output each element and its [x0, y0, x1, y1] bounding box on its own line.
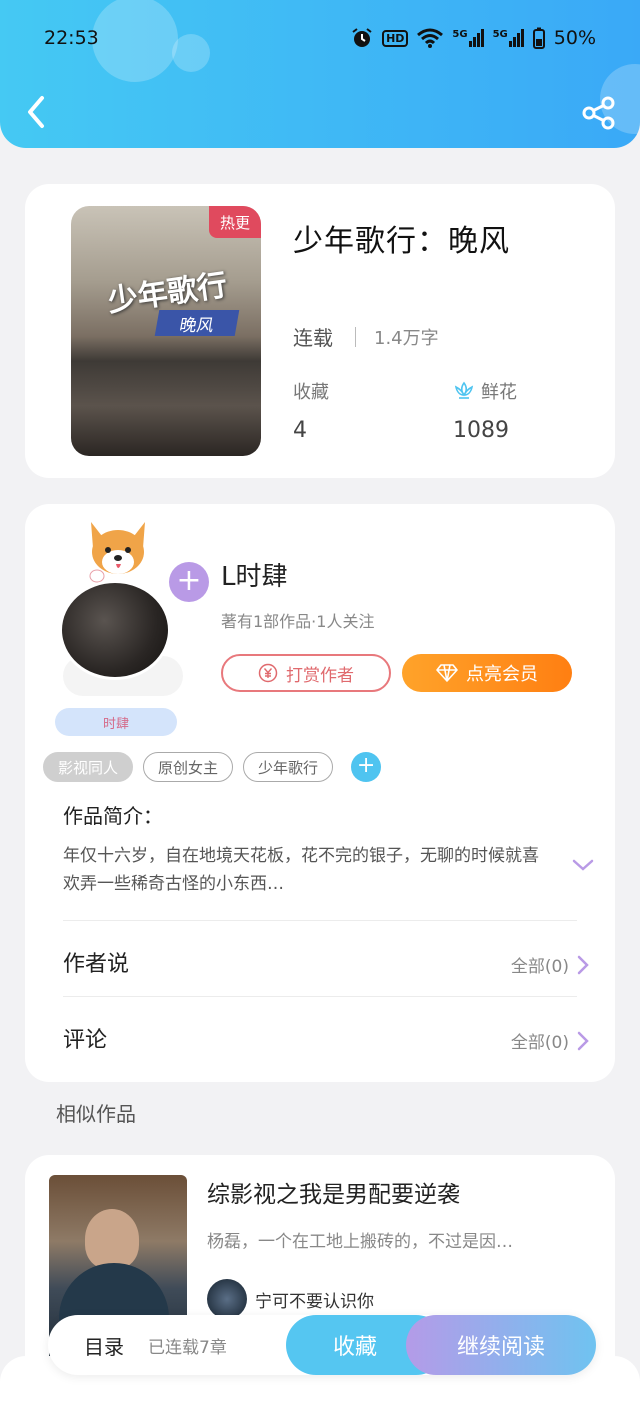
book-status-row: 连载 1.4万字	[293, 322, 439, 351]
add-tag-button[interactable]: +	[351, 752, 382, 782]
signal-icon: 5G	[493, 29, 524, 47]
activate-vip-button[interactable]: 点亮会员	[402, 654, 572, 692]
back-button[interactable]	[22, 94, 52, 130]
similar-work-desc: 杨磊，一个在工地上搬砖的，不过是因…	[207, 1232, 513, 1252]
similar-work-author: 宁可不要认识你	[207, 1279, 374, 1319]
activate-vip-label: 点亮会员	[466, 664, 538, 685]
favorites-stat: 收藏 4	[293, 378, 329, 443]
share-button[interactable]	[582, 96, 616, 130]
avatar-nameplate: 时肆	[55, 708, 177, 736]
favorites-value: 4	[293, 418, 307, 443]
wifi-icon	[417, 28, 444, 48]
tip-author-label: 打赏作者	[286, 665, 354, 686]
alarm-icon	[352, 28, 372, 47]
similar-work-author-name: 宁可不要认识你	[255, 1291, 374, 1312]
similar-section-title: 相似作品	[56, 1102, 136, 1126]
status-bar: 22:53 HD 5G 5G 50%	[44, 24, 596, 52]
chevron-right-icon	[577, 955, 589, 974]
comments-label: 评论	[63, 1028, 108, 1053]
corgi-decoration-icon	[89, 522, 145, 583]
hd-icon: HD	[382, 29, 409, 47]
author-name[interactable]: L时肆	[221, 556, 288, 593]
divider	[355, 326, 356, 347]
battery-icon	[532, 27, 545, 49]
word-count: 1.4万字	[374, 327, 439, 349]
continue-reading-button[interactable]: 继续阅读	[406, 1315, 596, 1375]
author-meta: 著有1部作品·1人关注	[221, 612, 375, 631]
toc-button[interactable]: 目录	[84, 1331, 124, 1360]
flower-icon	[454, 381, 474, 399]
flowers-stat[interactable]: 鲜花 1089	[453, 378, 517, 443]
tag-item[interactable]: 影视同人	[43, 752, 134, 782]
avatar	[207, 1279, 247, 1319]
intro-label: 作品简介：	[63, 804, 163, 828]
flowers-label-row: 鲜花	[453, 378, 517, 404]
tip-author-button[interactable]: 打赏作者	[221, 654, 391, 692]
chevron-right-icon	[577, 1031, 589, 1050]
status-time: 22:53	[44, 27, 99, 49]
author-says-label: 作者说	[63, 952, 130, 977]
follow-author-button[interactable]: +	[169, 562, 209, 602]
diamond-icon	[436, 664, 458, 682]
cover-figure	[85, 1209, 139, 1269]
hot-update-badge: 热更	[209, 206, 261, 238]
serial-status: 连载	[293, 326, 333, 350]
favorite-label: 收藏	[332, 1335, 377, 1360]
bottom-action-bar: 目录 已连载7章 收藏 继续阅读	[48, 1315, 596, 1375]
intro-text: 年仅十六岁，自在地境天花板，花不完的银子，无聊的时候就喜欢弄一些稀奇古怪的小东西…	[63, 846, 539, 894]
author-card: + 时肆 L时肆 著有1部作品·1人关注 打赏作者 点亮会员 影视同人 原创女主…	[25, 504, 615, 1082]
top-header: 22:53 HD 5G 5G 50%	[0, 0, 640, 148]
flowers-label: 鲜花	[481, 382, 517, 403]
yen-coin-icon	[258, 663, 278, 683]
avatar	[59, 580, 171, 680]
tag-item[interactable]: 少年歌行	[243, 752, 334, 782]
divider	[63, 920, 577, 921]
comments-all-link[interactable]: 全部(0)	[511, 1028, 589, 1053]
tag-item[interactable]: 原创女主	[143, 752, 234, 782]
signal-icon: 5G	[452, 29, 484, 47]
similar-work-title: 综影视之我是男配要逆袭	[207, 1182, 460, 1208]
continue-reading-label: 继续阅读	[456, 1335, 545, 1360]
author-says-all-link[interactable]: 全部(0)	[511, 952, 589, 977]
chapter-count: 已连载7章	[148, 1338, 227, 1358]
flowers-value: 1089	[453, 418, 509, 443]
author-says-count: 全部(0)	[510, 957, 569, 977]
author-avatar-frame[interactable]: + 时肆	[53, 518, 213, 736]
favorites-label: 收藏	[293, 382, 329, 403]
expand-chevron-icon[interactable]	[571, 856, 595, 874]
book-info-card: 热更 少年歌行 晚风 少年歌行：晚风 连载 1.4万字 收藏 4 鲜花 1089	[25, 184, 615, 478]
cover-subtitle-art: 晚风	[154, 310, 240, 336]
battery-percent: 50%	[553, 27, 596, 49]
tag-list: 影视同人 原创女主 少年歌行 +	[43, 752, 382, 782]
comments-count: 全部(0)	[510, 1033, 569, 1053]
book-title: 少年歌行：晚风	[293, 224, 510, 259]
divider	[63, 996, 577, 997]
book-cover[interactable]: 热更 少年歌行 晚风	[71, 206, 261, 456]
